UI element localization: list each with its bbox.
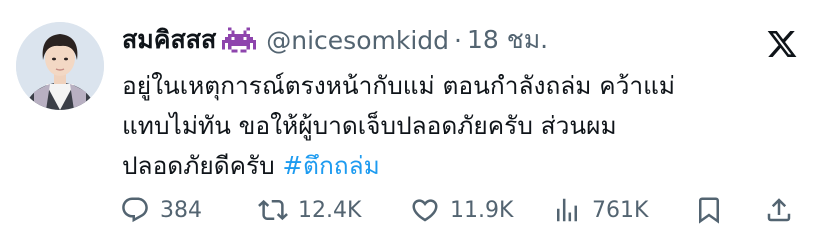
views-icon — [557, 198, 577, 222]
like-count: 11.9K — [450, 197, 514, 223]
action-bar: 384 12.4K 11.9K 761K — [0, 188, 820, 232]
bookmark-button[interactable] — [694, 188, 724, 232]
display-name[interactable]: สมคิสสส — [122, 20, 216, 60]
heart-icon — [412, 199, 438, 222]
tweet-text: อยู่ในเหตุการณ์ตรงหน้ากับแม่ ตอนกำลังถล่… — [122, 66, 782, 186]
reply-icon — [122, 197, 148, 223]
share-icon — [767, 198, 791, 222]
post-time[interactable]: 18 ชม. — [467, 20, 548, 60]
tweet-card: สมคิสสส @nicesomkidd · 18 ชม. อยู่ในเหตุ… — [0, 0, 820, 246]
tweet-text-line: อยู่ในเหตุการณ์ตรงหน้ากับแม่ ตอนกำลังถล่… — [122, 71, 676, 100]
tweet-text-segment: ปลอดภัยดีครับ — [122, 151, 283, 180]
x-logo-icon[interactable] — [766, 28, 798, 60]
separator-dot: · — [454, 25, 462, 55]
share-button[interactable] — [764, 188, 794, 232]
tweet-text-line: แทบไม่ทัน ขอให้ผู้บาดเจ็บปลอดภัยครับ ส่ว… — [122, 111, 617, 140]
like-button[interactable]: 11.9K — [410, 188, 513, 232]
hashtag-link[interactable]: #ตึกถล่ม — [283, 151, 380, 180]
tweet-text-line: ปลอดภัยดีครับ #ตึกถล่ม — [122, 146, 782, 186]
retweet-button[interactable]: 12.4K — [258, 188, 361, 232]
alien-monster-emoji — [222, 27, 257, 53]
reply-button[interactable]: 384 — [120, 188, 202, 232]
tweet-header: สมคิสสส @nicesomkidd · 18 ชม. — [122, 18, 782, 62]
avatar[interactable] — [16, 22, 104, 110]
bookmark-icon — [699, 197, 719, 224]
retweet-icon — [258, 199, 288, 221]
views-button[interactable]: 761K — [552, 188, 648, 232]
avatar-image — [16, 22, 104, 110]
views-count: 761K — [592, 197, 649, 223]
user-handle[interactable]: @nicesomkidd — [266, 26, 449, 55]
retweet-count: 12.4K — [298, 197, 362, 223]
tweet-content: สมคิสสส @nicesomkidd · 18 ชม. อยู่ในเหตุ… — [122, 18, 782, 186]
reply-count: 384 — [160, 197, 202, 223]
